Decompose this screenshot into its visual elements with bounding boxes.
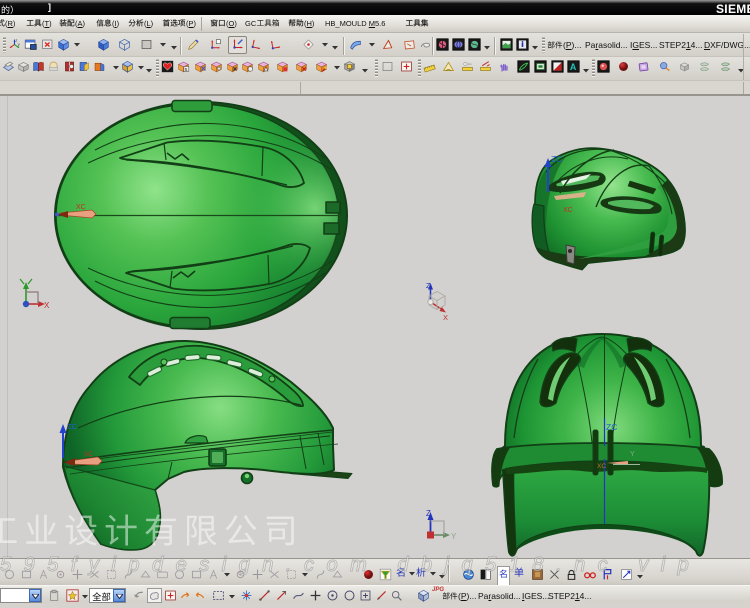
svg-text:Z: Z — [426, 509, 431, 518]
svg-text:ZC: ZC — [67, 422, 78, 431]
svg-text:Y: Y — [630, 451, 635, 458]
svg-text:Z: Z — [426, 281, 431, 290]
svg-text:XC: XC — [597, 463, 606, 470]
svg-text:A: A — [570, 62, 577, 72]
svg-text:XC: XC — [76, 204, 86, 211]
svg-text:ZC: ZC — [606, 422, 617, 432]
svg-text:XC: XC — [563, 207, 573, 214]
svg-text:XC: XC — [84, 451, 93, 458]
svg-text:ZC: ZC — [551, 154, 562, 164]
svg-text:5: 5 — [185, 67, 188, 73]
svg-text:Y: Y — [451, 532, 457, 541]
svg-text:X: X — [443, 313, 448, 322]
svg-text:X: X — [44, 301, 50, 310]
svg-text:y: y — [18, 41, 21, 46]
